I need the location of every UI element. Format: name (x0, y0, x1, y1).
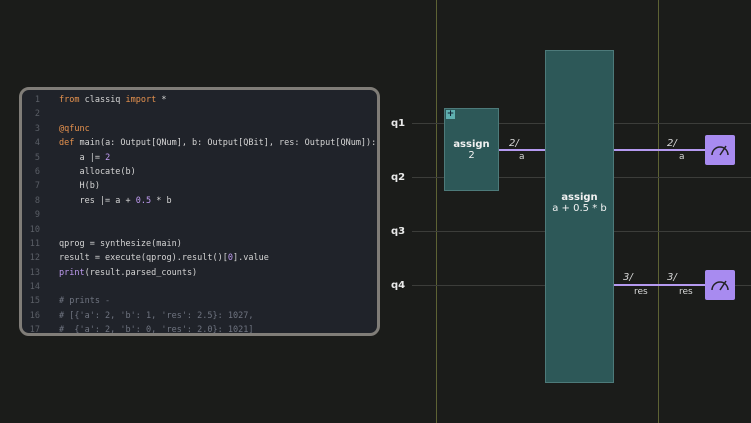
code-text: H(b) (59, 179, 100, 193)
code-line[interactable]: 8 res |= a + 0.5 * b (22, 194, 377, 208)
code-line[interactable]: 17 # {'a': 2, 'b': 0, 'res': 2.0}: 1021] (22, 323, 377, 336)
code-token: allocate(b) (59, 166, 136, 177)
register-wire-res-out (614, 284, 706, 286)
code-text: print(result.parsed_counts) (59, 266, 197, 280)
code-line[interactable]: 12 result = execute(qprog).result()[0].va… (22, 251, 377, 265)
wire-width-label: 2/ (509, 138, 519, 149)
qubit-label-q2: q2 (391, 172, 406, 183)
line-number: 12 (29, 253, 40, 264)
block-subtitle: 2 (468, 150, 475, 161)
code-token: result = execute(qprog).result()[ (59, 253, 228, 264)
code-token: classiq (79, 95, 126, 105)
line-number: 2 (34, 109, 40, 120)
code-line[interactable]: 9 (22, 208, 377, 222)
code-token: (result.parsed_counts) (84, 267, 198, 278)
wire-width-label: 3/ (667, 272, 677, 283)
line-number: 11 (29, 238, 40, 249)
code-line[interactable]: 5 a |= 2 (22, 151, 377, 165)
line-number: 16 (29, 310, 40, 321)
code-token: @qfunc (59, 123, 90, 134)
layer-divider (436, 0, 437, 423)
code-text: # prints - (59, 294, 110, 308)
code-text: result = execute(qprog).result()[0].valu… (59, 251, 269, 265)
code-token: from (59, 95, 80, 105)
code-token: print (59, 267, 85, 278)
qubit-label-q4: q4 (391, 280, 406, 291)
code-line[interactable]: 6 allocate(b) (22, 165, 377, 179)
measure-button-res[interactable] (705, 270, 735, 300)
code-text: # {'a': 2, 'b': 0, 'res': 2.0}: 1021] (59, 323, 254, 336)
code-editor-panel[interactable]: 1 from classiq import * 2 3 @qfunc 4 def main(… (19, 87, 380, 336)
wire-width-label: 3/ (623, 272, 633, 283)
line-number: 4 (34, 138, 40, 149)
code-line[interactable]: 11 qprog = synthesize(main) (22, 237, 377, 251)
qubit-label-q3: q3 (391, 226, 406, 237)
code-text: from classiq import * (59, 93, 167, 107)
code-text: a |= 2 (59, 151, 110, 165)
qubit-label-q1: q1 (391, 118, 406, 129)
code-token: def (59, 138, 75, 149)
code-text: qprog = synthesize(main) (59, 237, 182, 251)
wire-name-label: a (679, 152, 685, 162)
line-number: 1 (34, 95, 40, 105)
line-number: 3 (34, 123, 40, 134)
code-line[interactable]: 10 (22, 223, 377, 237)
wire-width-label: 2/ (667, 138, 677, 149)
line-number: 17 (29, 325, 40, 336)
line-number: 8 (34, 195, 40, 206)
measure-button-a[interactable] (705, 135, 735, 165)
assign-block-a[interactable]: + assign 2 (444, 108, 499, 191)
code-line[interactable]: 3 @qfunc (22, 122, 377, 136)
code-token: * b (151, 195, 172, 206)
code-token: res |= a + (59, 195, 136, 206)
wire-name-label: res (679, 287, 693, 297)
code-text: res |= a + 0.5 * b (59, 194, 172, 208)
code-token: 2 (105, 152, 111, 163)
code-line[interactable]: 2 (22, 107, 377, 121)
register-wire-a-in (499, 149, 545, 151)
line-number: 13 (29, 267, 40, 278)
code-line[interactable]: 4 def main(a: Output[QNum], b: Output[QBi… (22, 136, 377, 150)
code-text: # [{'a': 2, 'b': 1, 'res': 2.5}: 1027, (59, 309, 253, 323)
line-number: 14 (29, 282, 40, 293)
code-line[interactable]: 16 # [{'a': 2, 'b': 1, 'res': 2.5}: 1027, (22, 309, 377, 323)
block-title: assign (453, 139, 490, 150)
line-number: 6 (34, 166, 40, 177)
wire-name-label: a (519, 152, 525, 162)
code-token: # {'a': 2, 'b': 0, 'res': 2.0}: 1021] (59, 325, 254, 336)
line-number: 15 (29, 296, 40, 307)
code-line[interactable]: 15 # prints - (22, 294, 377, 308)
expand-icon[interactable]: + (446, 110, 455, 119)
block-subtitle: a + 0.5 * b (552, 203, 607, 214)
code-token: import (125, 95, 157, 105)
code-line[interactable]: 1 from classiq import * (22, 93, 377, 107)
code-line[interactable]: 14 (22, 280, 377, 294)
code-token: a |= (59, 152, 106, 163)
code-token: qprog = synthesize(main) (59, 238, 182, 249)
line-number: 7 (34, 181, 40, 192)
block-title: assign (561, 192, 598, 203)
layer-divider (658, 0, 659, 423)
code-text: def main(a: Output[QNum], b: Output[QBit… (59, 136, 376, 150)
code-line[interactable]: 7 H(b) (22, 179, 377, 193)
code-line[interactable]: 13 print(result.parsed_counts) (22, 266, 377, 280)
code-token: # prints - (59, 296, 111, 307)
code-token: # [{'a': 2, 'b': 1, 'res': 2.5}: 1027, (59, 310, 254, 321)
code-listing[interactable]: 1 from classiq import * 2 3 @qfunc 4 def main(… (22, 93, 377, 336)
line-number: 5 (34, 152, 40, 163)
code-token: 0.5 (135, 195, 152, 206)
wire-name-label: res (634, 287, 648, 297)
code-text: @qfunc (59, 122, 90, 136)
meter-icon (711, 145, 729, 156)
code-token: ].value (233, 253, 269, 264)
meter-icon (711, 280, 729, 291)
code-token: * (156, 95, 167, 105)
register-wire-a-out (614, 149, 706, 151)
line-number: 10 (29, 224, 40, 235)
assign-block-res[interactable]: assign a + 0.5 * b (545, 50, 614, 383)
code-token: main(a: Output[QNum], b: Output[QBit], r… (74, 138, 377, 149)
code-token: H(b) (59, 181, 100, 192)
line-number: 9 (34, 210, 40, 221)
code-text: allocate(b) (59, 165, 136, 179)
